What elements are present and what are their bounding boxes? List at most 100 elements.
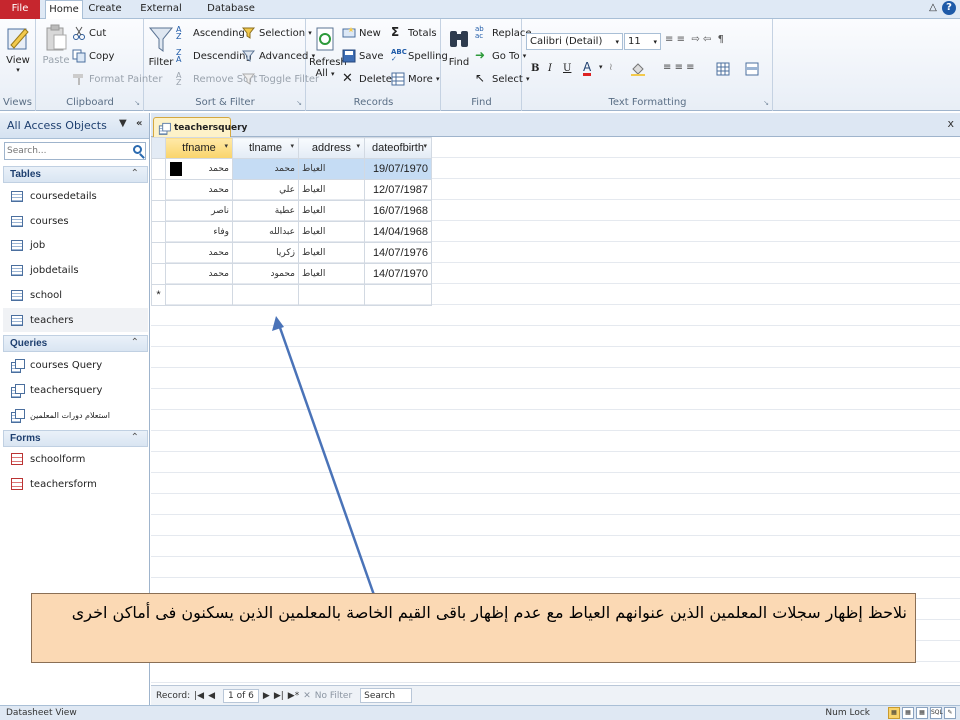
find-button[interactable]: Find [444,25,474,68]
pivottable-view-icon[interactable]: ▦ [902,707,914,719]
record-selector[interactable] [151,200,166,222]
new-cell-tlname[interactable] [232,284,299,306]
last-record-icon[interactable]: ▶| [274,691,284,701]
next-record-icon[interactable]: ▶ [263,691,270,701]
gridlines-icon[interactable] [716,62,730,76]
nav-item-teachers[interactable]: teachers [3,308,148,332]
record-selector[interactable] [151,158,166,180]
nav-menu-dropdown-icon[interactable]: ▼ [119,118,127,129]
new-cell-tfname[interactable] [165,284,233,306]
search-icon[interactable] [133,145,142,154]
design-view-icon[interactable]: ✎ [944,707,956,719]
column-dropdown-icon[interactable]: ▾ [423,142,427,150]
collapse-chevron-icon[interactable]: ⌃ [131,337,139,348]
refresh-all-button[interactable]: Refresh All ▾ [309,25,347,79]
nav-item-school[interactable]: school [3,283,148,307]
tab-external-data[interactable]: External Data [130,0,192,32]
new-record-row[interactable]: * [151,284,432,306]
new-record-button[interactable]: New [342,26,381,40]
column-dropdown-icon[interactable]: ▾ [356,142,360,150]
help-icon[interactable]: ? [942,1,956,15]
cell-dateofbirth[interactable]: 16/07/1968 [364,200,432,222]
cell-address[interactable]: العياط [298,242,365,264]
more-button[interactable]: More ▾ [391,72,440,86]
filter-button[interactable]: Filter [148,25,174,68]
font-color-button[interactable]: A [583,61,592,76]
column-header-dateofbirth[interactable]: dateofbirth ▾ [364,137,432,159]
first-record-icon[interactable]: |◀ [194,691,204,701]
paste-button[interactable]: Paste [41,23,71,66]
cell-dateofbirth[interactable]: 14/04/1968 [364,221,432,243]
go-to-button[interactable]: ➜ Go To ▾ [475,49,526,63]
nav-section-forms[interactable]: Forms ⌃ [3,430,148,447]
cell-dateofbirth[interactable]: 19/07/1970 [364,158,432,180]
nav-header[interactable]: All Access Objects ▼ « [0,113,149,139]
totals-button[interactable]: Σ Totals [391,26,437,40]
clipboard-launcher-icon[interactable]: ↘ [134,99,140,107]
nav-section-tables[interactable]: Tables ⌃ [3,166,148,183]
column-header-address[interactable]: address ▾ [298,137,365,159]
pivotchart-view-icon[interactable]: ▦ [916,707,928,719]
cell-tlname[interactable]: علي [232,179,299,201]
close-document-icon[interactable]: x [947,117,954,130]
cell-tlname[interactable]: محمد [232,158,299,180]
column-header-tlname[interactable]: tlname ▾ [232,137,299,159]
cell-dateofbirth[interactable]: 14/07/1976 [364,242,432,264]
tab-create[interactable]: Create [86,0,124,19]
new-blank-record-icon[interactable]: ▶* [288,691,299,701]
advanced-button[interactable]: Advanced ▾ [241,49,315,63]
select-button[interactable]: ↖ Select ▾ [475,72,530,86]
cell-tfname[interactable]: ناصر [165,200,233,222]
cell-address[interactable]: العياط [298,200,365,222]
cell-tlname[interactable]: عبدالله [232,221,299,243]
cell-tfname[interactable]: محمد [165,179,233,201]
copy-button[interactable]: Copy [72,49,114,63]
tab-database-tools[interactable]: Database Tools [198,0,264,32]
document-tab-teachersquery[interactable]: teachersquery [153,117,247,138]
select-all-cell[interactable] [151,137,166,159]
cell-address[interactable]: العياط [298,221,365,243]
descending-button[interactable]: Z A Descending [176,49,252,64]
alternate-row-color-icon[interactable] [745,62,759,76]
nav-section-queries[interactable]: Queries ⌃ [3,335,148,352]
table-row[interactable]: محمد محمد العياط 19/07/1970 [151,158,432,180]
current-record-input[interactable]: 1 of 6 [223,688,259,703]
nav-item-schoolform[interactable]: schoolform [3,447,148,471]
nav-item-coursedetails[interactable]: coursedetails [3,184,148,208]
cell-address[interactable]: العياط [298,158,365,180]
spelling-button[interactable]: ABC ✓ Spelling [391,49,448,63]
sort-filter-launcher-icon[interactable]: ↘ [296,99,302,107]
collapse-chevron-icon[interactable]: ⌃ [131,432,139,443]
column-dropdown-icon[interactable]: ▾ [224,142,228,150]
minimize-ribbon-icon[interactable]: △ [929,2,937,13]
cell-tfname[interactable]: وفاء [165,221,233,243]
cell-tfname[interactable]: محمد [165,242,233,264]
table-row[interactable]: محمد علي العياط 12/07/1987 [151,179,432,201]
nav-search-input[interactable] [5,143,127,159]
save-record-button[interactable]: Save [342,49,384,63]
datasheet-view-icon[interactable]: ▦ [888,707,900,719]
cell-tfname[interactable]: محمد [165,158,233,180]
underline-button[interactable]: U [563,63,571,74]
cell-dateofbirth[interactable]: 12/07/1987 [364,179,432,201]
nav-item-teachersform[interactable]: teachersform [3,472,148,496]
align-buttons[interactable]: ≡ ≡ ≡ [663,62,695,73]
shutter-bar-close-icon[interactable]: « [136,118,142,129]
record-selector[interactable] [151,242,166,264]
view-button[interactable]: View ▾ [4,23,32,74]
no-filter-icon[interactable]: ✕ [303,691,311,701]
sql-view-icon[interactable]: SQL [930,707,943,719]
nav-item-teacher-courses-query[interactable]: استعلام دورات المعلمين [3,403,148,427]
table-row[interactable]: محمد محمود العياط 14/07/1970 [151,263,432,285]
cell-tlname[interactable]: عطية [232,200,299,222]
nav-item-courses[interactable]: courses [3,209,148,233]
ascending-button[interactable]: A Z Ascending [176,26,245,41]
nav-search-box[interactable] [4,142,146,160]
italic-button[interactable]: I [548,63,552,74]
previous-record-icon[interactable]: ◀ [208,691,215,701]
nav-item-jobdetails[interactable]: jobdetails [3,258,148,282]
cell-tlname[interactable]: زكريا [232,242,299,264]
column-header-tfname[interactable]: tfname ▾ [165,137,233,159]
record-selector[interactable] [151,221,166,243]
font-name-select[interactable]: Calibri (Detail) ▾ [526,33,623,50]
